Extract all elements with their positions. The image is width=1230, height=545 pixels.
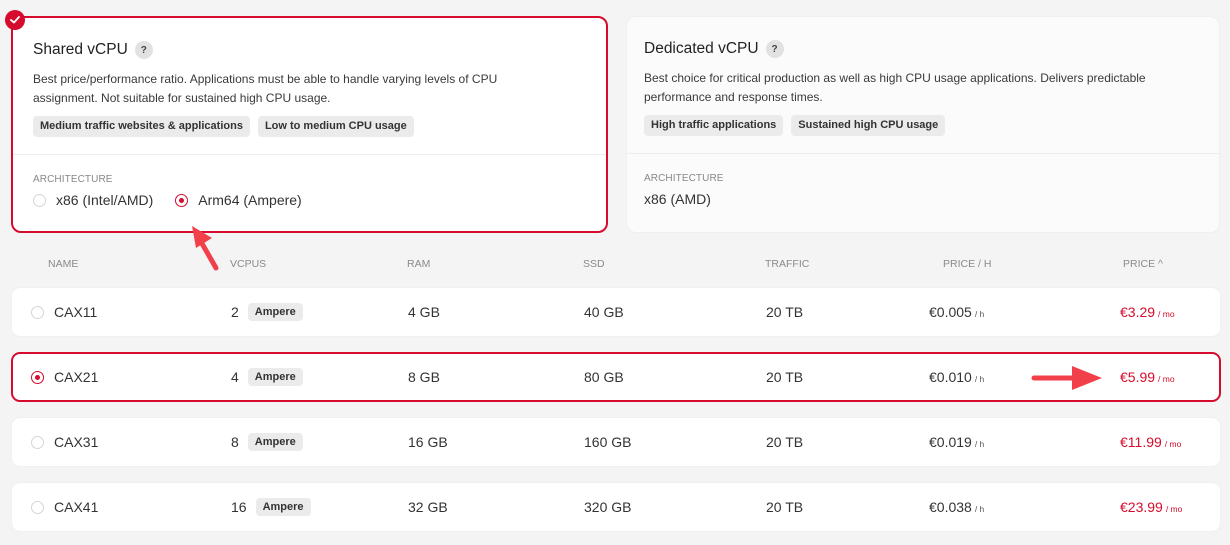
- price-hourly: €0.005: [929, 304, 972, 320]
- tag: Low to medium CPU usage: [257, 116, 414, 137]
- server-row-cax21[interactable]: CAX21 4 Ampere 8 GB 80 GB 20 TB €0.010/ h €5.99…: [11, 352, 1221, 402]
- tag: Medium traffic websites & applications: [33, 116, 250, 137]
- price-monthly-cell: €11.99/ mo: [1120, 418, 1181, 466]
- price-hourly-cell: €0.005/ h: [929, 288, 984, 336]
- card-description: Best price/performance ratio. Applicatio…: [33, 72, 498, 105]
- vcpus-cell: 2 Ampere: [231, 288, 303, 336]
- price-monthly-unit: / mo: [1165, 504, 1183, 514]
- price-monthly: €3.29: [1120, 304, 1156, 320]
- vcpus-cell: 8 Ampere: [231, 418, 303, 466]
- ssd-cell: 80 GB: [584, 369, 624, 385]
- vcpu-count: 8: [231, 434, 239, 450]
- traffic-cell: 20 TB: [766, 369, 804, 385]
- price-hourly-cell: €0.019/ h: [929, 418, 984, 466]
- price-hourly-unit: / h: [974, 504, 985, 514]
- price-monthly: €5.99: [1120, 369, 1156, 385]
- server-row-cax41[interactable]: CAX41 16 Ampere 32 GB 320 GB 20 TB €0.038/ h €2…: [11, 482, 1221, 532]
- table-header: NAME VCPUS RAM SSD TRAFFIC PRICE / H PRI…: [11, 258, 1221, 272]
- architecture-label: ARCHITECTURE: [33, 174, 113, 185]
- price-hourly-unit: / h: [974, 374, 985, 384]
- vcpu-type-tag: Ampere: [247, 303, 303, 321]
- tag: High traffic applications: [644, 115, 784, 136]
- header-name[interactable]: NAME: [48, 258, 78, 270]
- tag: Sustained high CPU usage: [791, 115, 946, 136]
- header-price-sort[interactable]: PRICE ^: [1123, 258, 1163, 270]
- architecture-label: ARCHITECTURE: [644, 173, 724, 184]
- vcpu-type-tag: Ampere: [247, 433, 303, 451]
- ram-cell: 8 GB: [408, 369, 440, 385]
- price-hourly: €0.010: [929, 369, 972, 385]
- server-row-cax31[interactable]: CAX31 8 Ampere 16 GB 160 GB 20 TB €0.019/ h €11…: [11, 417, 1221, 467]
- price-hourly-cell: €0.010/ h: [929, 354, 984, 400]
- name-cell: CAX21: [31, 354, 98, 400]
- price-monthly-unit: / mo: [1164, 439, 1182, 449]
- radio-unchecked-icon[interactable]: [31, 305, 44, 319]
- server-name: CAX21: [54, 369, 99, 385]
- traffic-cell: 20 TB: [766, 304, 804, 320]
- price-monthly-unit: / mo: [1158, 374, 1175, 384]
- name-cell: CAX11: [31, 288, 97, 336]
- ssd-cell: 160 GB: [584, 434, 632, 450]
- ram-cell: 16 GB: [408, 434, 448, 450]
- price-hourly: €0.038: [929, 499, 972, 515]
- price-hourly: €0.019: [929, 434, 972, 450]
- header-ram[interactable]: RAM: [407, 258, 430, 270]
- header-traffic[interactable]: TRAFFIC: [765, 258, 809, 270]
- price-hourly-cell: €0.038/ h: [929, 483, 984, 531]
- header-ssd[interactable]: SSD: [583, 258, 605, 270]
- traffic-cell: 20 TB: [766, 434, 804, 450]
- name-cell: CAX41: [31, 483, 98, 531]
- ssd-cell: 320 GB: [584, 499, 632, 515]
- shared-vcpu-card[interactable]: Shared vCPU ? Best price/performance rat…: [5, 10, 608, 233]
- radio-unchecked-icon[interactable]: [31, 500, 44, 514]
- arch-option-x86[interactable]: x86 (Intel/AMD): [33, 192, 153, 208]
- selected-check-icon: [5, 10, 25, 30]
- vcpu-count: 4: [231, 369, 239, 385]
- header-price-hourly[interactable]: PRICE / H: [943, 258, 991, 270]
- vcpu-type-tag: Ampere: [247, 368, 303, 386]
- vcpus-cell: 16 Ampere: [231, 483, 311, 531]
- architecture-value: x86 (AMD): [644, 191, 711, 207]
- vcpu-count: 16: [231, 499, 247, 515]
- card-title: Shared vCPU ?: [33, 40, 586, 60]
- arch-option-arm64[interactable]: Arm64 (Ampere): [175, 192, 302, 208]
- card-title: Dedicated vCPU ?: [644, 39, 1199, 59]
- card-description: Best choice for critical production as w…: [644, 71, 1146, 104]
- server-name: CAX41: [54, 499, 99, 515]
- price-monthly: €23.99: [1120, 499, 1163, 515]
- price-monthly: €11.99: [1120, 434, 1162, 450]
- server-name: CAX11: [54, 304, 98, 320]
- price-hourly-unit: / h: [974, 439, 985, 449]
- price-monthly-cell: €23.99/ mo: [1120, 483, 1182, 531]
- ssd-cell: 40 GB: [584, 304, 624, 320]
- radio-checked-icon[interactable]: [175, 193, 189, 207]
- ram-cell: 32 GB: [408, 499, 448, 515]
- server-name: CAX31: [54, 434, 99, 450]
- price-monthly-cell: €5.99/ mo: [1120, 354, 1175, 400]
- ram-cell: 4 GB: [408, 304, 440, 320]
- server-row-cax11[interactable]: CAX11 2 Ampere 4 GB 40 GB 20 TB €0.005/ h €3.29…: [11, 287, 1221, 337]
- radio-unchecked-icon[interactable]: [31, 435, 44, 449]
- vcpu-count: 2: [231, 304, 239, 320]
- price-monthly-cell: €3.29/ mo: [1120, 288, 1175, 336]
- dedicated-vcpu-card[interactable]: Dedicated vCPU ? Best choice for critica…: [626, 16, 1220, 233]
- traffic-cell: 20 TB: [766, 499, 804, 515]
- vcpus-cell: 4 Ampere: [231, 354, 303, 400]
- help-icon[interactable]: ?: [765, 40, 784, 58]
- radio-unchecked-icon[interactable]: [33, 193, 46, 207]
- help-icon[interactable]: ?: [134, 41, 153, 59]
- radio-checked-icon[interactable]: [31, 370, 44, 384]
- vcpu-type-tag: Ampere: [255, 498, 311, 516]
- price-hourly-unit: / h: [974, 309, 985, 319]
- price-monthly-unit: / mo: [1158, 309, 1175, 319]
- header-vcpus[interactable]: VCPUS: [230, 258, 266, 270]
- name-cell: CAX31: [31, 418, 98, 466]
